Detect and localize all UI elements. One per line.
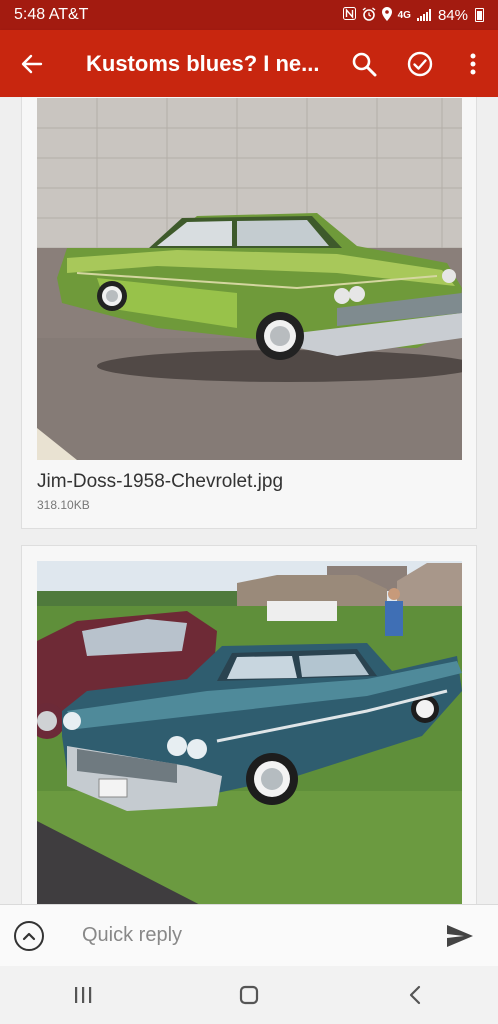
home-icon [239,985,259,1005]
attachment-filename: Jim-Doss-1958-Chevrolet.jpg [37,471,284,492]
back-button[interactable] [0,30,64,97]
expand-reply-button[interactable] [14,920,44,951]
alarm-icon [362,6,376,24]
battery-icon [475,8,484,22]
nfc-icon [342,7,356,23]
attachment-size: 318.10KB [37,498,90,512]
chevron-up-icon [22,932,36,940]
status-time: 5:48 [14,6,46,23]
more-options-button[interactable] [448,30,498,97]
attachment-image[interactable] [37,561,462,904]
attachment-card[interactable]: Jim-Doss-1958-Chevrolet.jpg 318.10KB [21,97,477,529]
status-carrier: AT&T [48,6,89,23]
message-content[interactable]: Jim-Doss-1958-Chevrolet.jpg 318.10KB [0,97,498,904]
attachment-card[interactable] [21,545,477,904]
app-actions [336,30,498,97]
status-right: 4G 84% [342,6,484,24]
arrow-back-icon [21,54,43,73]
recents-icon [75,987,92,1003]
back-chevron-icon [409,985,421,1005]
home-button[interactable] [214,966,284,1024]
status-icons: 4G [342,6,431,24]
mark-done-button[interactable] [392,30,448,97]
system-nav-bar [0,966,498,1024]
send-button[interactable] [440,916,480,956]
app-bar: Kustoms blues? I ne... [0,30,498,97]
search-icon [352,52,377,76]
search-button[interactable] [336,30,392,97]
thread-title: Kustoms blues? I ne... [86,50,320,76]
quick-reply-bar [0,904,498,966]
signal-icon [416,9,431,21]
check-circle-icon [407,51,433,76]
recents-button[interactable] [48,966,118,1024]
status-left: 5:48 AT&T [14,6,88,24]
attachment-image[interactable] [37,98,462,460]
location-icon [381,6,392,24]
nav-back-button[interactable] [380,966,450,1024]
send-icon [447,924,473,947]
status-bar: 5:48 AT&T 4G 84% [0,0,498,30]
battery-percent: 84% [437,6,468,24]
network-label: 4G [397,9,411,21]
quick-reply-input[interactable] [80,923,440,948]
more-vert-icon [470,53,476,74]
